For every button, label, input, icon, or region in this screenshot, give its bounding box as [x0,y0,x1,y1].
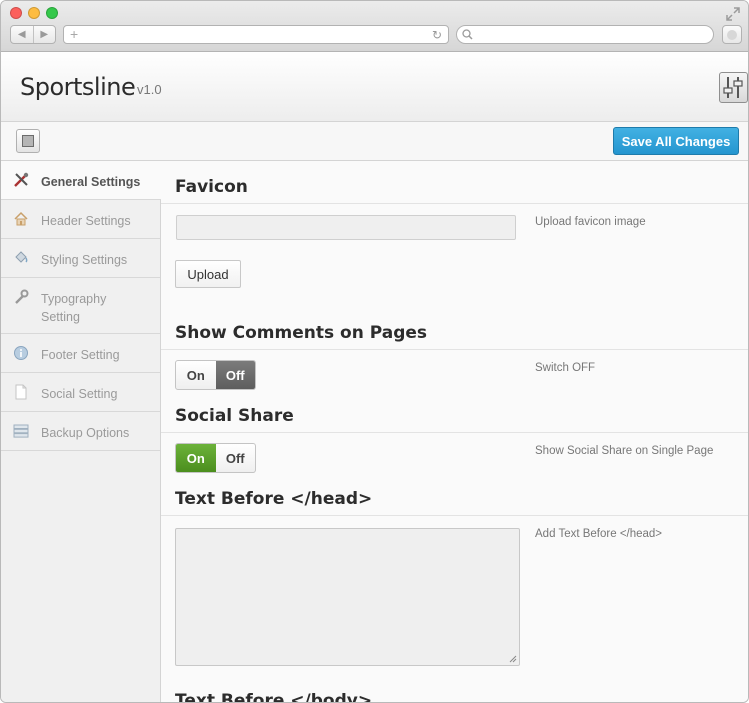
social-share-toggle[interactable]: On Off [175,443,256,473]
section-title-text-before-body: Text Before </body> [175,691,373,703]
section-divider [161,515,748,516]
app-header: Sportsline v1.0 [1,52,748,122]
settings-sidebar: General Settings Header Settings Styling… [1,161,161,702]
layout-toggle-button[interactable] [16,129,40,153]
sidebar-item-styling-settings[interactable]: Styling Settings [1,239,160,278]
downloads-button[interactable] [722,25,742,44]
sidebar-item-label: General Settings [41,175,141,189]
search-input[interactable] [456,25,714,44]
sidebar-item-label: Styling Settings [41,253,128,267]
app-title: Sportsline [20,73,136,101]
back-icon[interactable]: ◀ [11,26,34,43]
history-nav: ◀ ▶ [10,25,56,44]
options-toolbar: Save All Changes [1,122,748,161]
new-tab-icon[interactable]: + [70,26,78,43]
sidebar-item-label: Header Settings [41,214,131,228]
sidebar-item-general-settings[interactable]: General Settings [1,161,161,200]
sidebar-item-label: Backup Options [41,426,130,440]
layout-icon [22,135,34,147]
browser-window: ◀ ▶ + ↻ Sportsline v1.0 Save All Changes… [0,0,749,703]
section-title-favicon: Favicon [175,177,248,197]
toggle-off-option[interactable]: Off [216,444,256,472]
app-version: v1.0 [137,82,162,97]
sidebar-item-label: Typography Setting [41,292,107,324]
section-divider [161,349,748,350]
paint-bucket-icon [15,251,28,263]
toggle-off-option[interactable]: Off [215,361,255,389]
toggle-on-option[interactable]: On [176,444,216,472]
sidebar-item-label: Social Setting [41,387,118,401]
comments-toggle[interactable]: On Off [175,360,256,390]
sidebar-item-footer-setting[interactable]: Footer Setting [1,334,160,373]
section-divider [161,432,748,433]
resize-grip-icon[interactable] [509,655,517,663]
sidebar-item-label: Footer Setting [41,348,120,362]
text-before-head-description: Add Text Before </head> [535,528,663,540]
save-all-changes-button[interactable]: Save All Changes [613,127,739,155]
info-icon [14,346,28,360]
toggle-on-option[interactable]: On [176,361,216,389]
close-window-button[interactable] [10,7,22,19]
comments-description: Switch OFF [535,362,596,374]
favicon-description: Upload favicon image [535,216,646,228]
home-icon [14,211,28,226]
section-title-text-before-head: Text Before </head> [175,489,373,509]
sidebar-item-header-settings[interactable]: Header Settings [1,200,160,239]
settings-sliders-button[interactable] [719,72,748,103]
sidebar-item-social-setting[interactable]: Social Setting [1,373,160,412]
document-icon [15,384,27,400]
sliders-icon [723,77,743,98]
section-title-comments: Show Comments on Pages [175,323,428,343]
wrench-icon [15,289,29,304]
text-before-head-textarea[interactable] [175,528,520,666]
section-divider [161,203,748,204]
database-icon [13,424,29,438]
search-icon [462,29,473,40]
upload-button[interactable]: Upload [175,260,241,288]
reload-icon[interactable]: ↻ [432,27,442,43]
forward-icon[interactable]: ▶ [34,26,56,43]
sidebar-item-backup-options[interactable]: Backup Options [1,412,160,451]
zoom-window-button[interactable] [46,7,58,19]
browser-chrome: ◀ ▶ + ↻ [1,1,748,52]
tools-icon [14,172,29,187]
minimize-window-button[interactable] [28,7,40,19]
social-share-description: Show Social Share on Single Page [535,445,714,457]
address-bar[interactable]: + ↻ [63,25,449,44]
downloads-icon [727,30,737,40]
favicon-url-input[interactable] [176,215,516,240]
sidebar-item-typography-setting[interactable]: Typography Setting [1,278,160,334]
settings-panel: Favicon Upload favicon image Upload Show… [161,161,748,703]
fullscreen-icon[interactable] [726,7,740,21]
section-title-social-share: Social Share [175,406,294,426]
